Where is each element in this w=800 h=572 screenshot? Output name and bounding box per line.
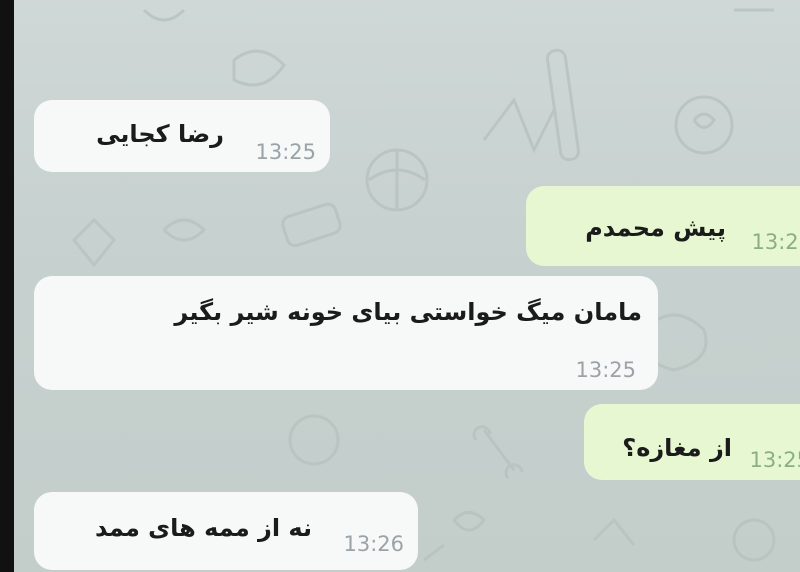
message-bubble[interactable]: از مغازه؟ 13:25 [584, 404, 800, 480]
message-bubble[interactable]: نه از ممه های ممد 13:26 [34, 492, 418, 570]
message-bubble[interactable]: پیش محمدم 13:25 [526, 186, 800, 266]
chat-history[interactable]: رضا کجایی 13:25 پیش محمدم 13:25 مامان می… [14, 0, 800, 572]
message-bubble[interactable]: مامان میگ خواستی بیای خونه شیر بگیر 13:2… [34, 276, 658, 390]
message-bubble[interactable]: رضا کجایی 13:25 [34, 100, 330, 172]
message-time: 13:25 [751, 230, 800, 254]
message-text: نه از ممه های ممد [95, 514, 312, 542]
message-text: از مغازه؟ [622, 434, 732, 462]
message-time: 13:26 [343, 532, 404, 556]
left-dark-edge [0, 0, 14, 572]
message-text: پیش محمدم [585, 214, 726, 242]
message-time: 13:25 [749, 448, 800, 472]
message-text: مامان میگ خواستی بیای خونه شیر بگیر [174, 298, 642, 326]
message-time: 13:25 [575, 358, 636, 382]
message-text: رضا کجایی [96, 120, 224, 148]
message-time: 13:25 [255, 140, 316, 164]
